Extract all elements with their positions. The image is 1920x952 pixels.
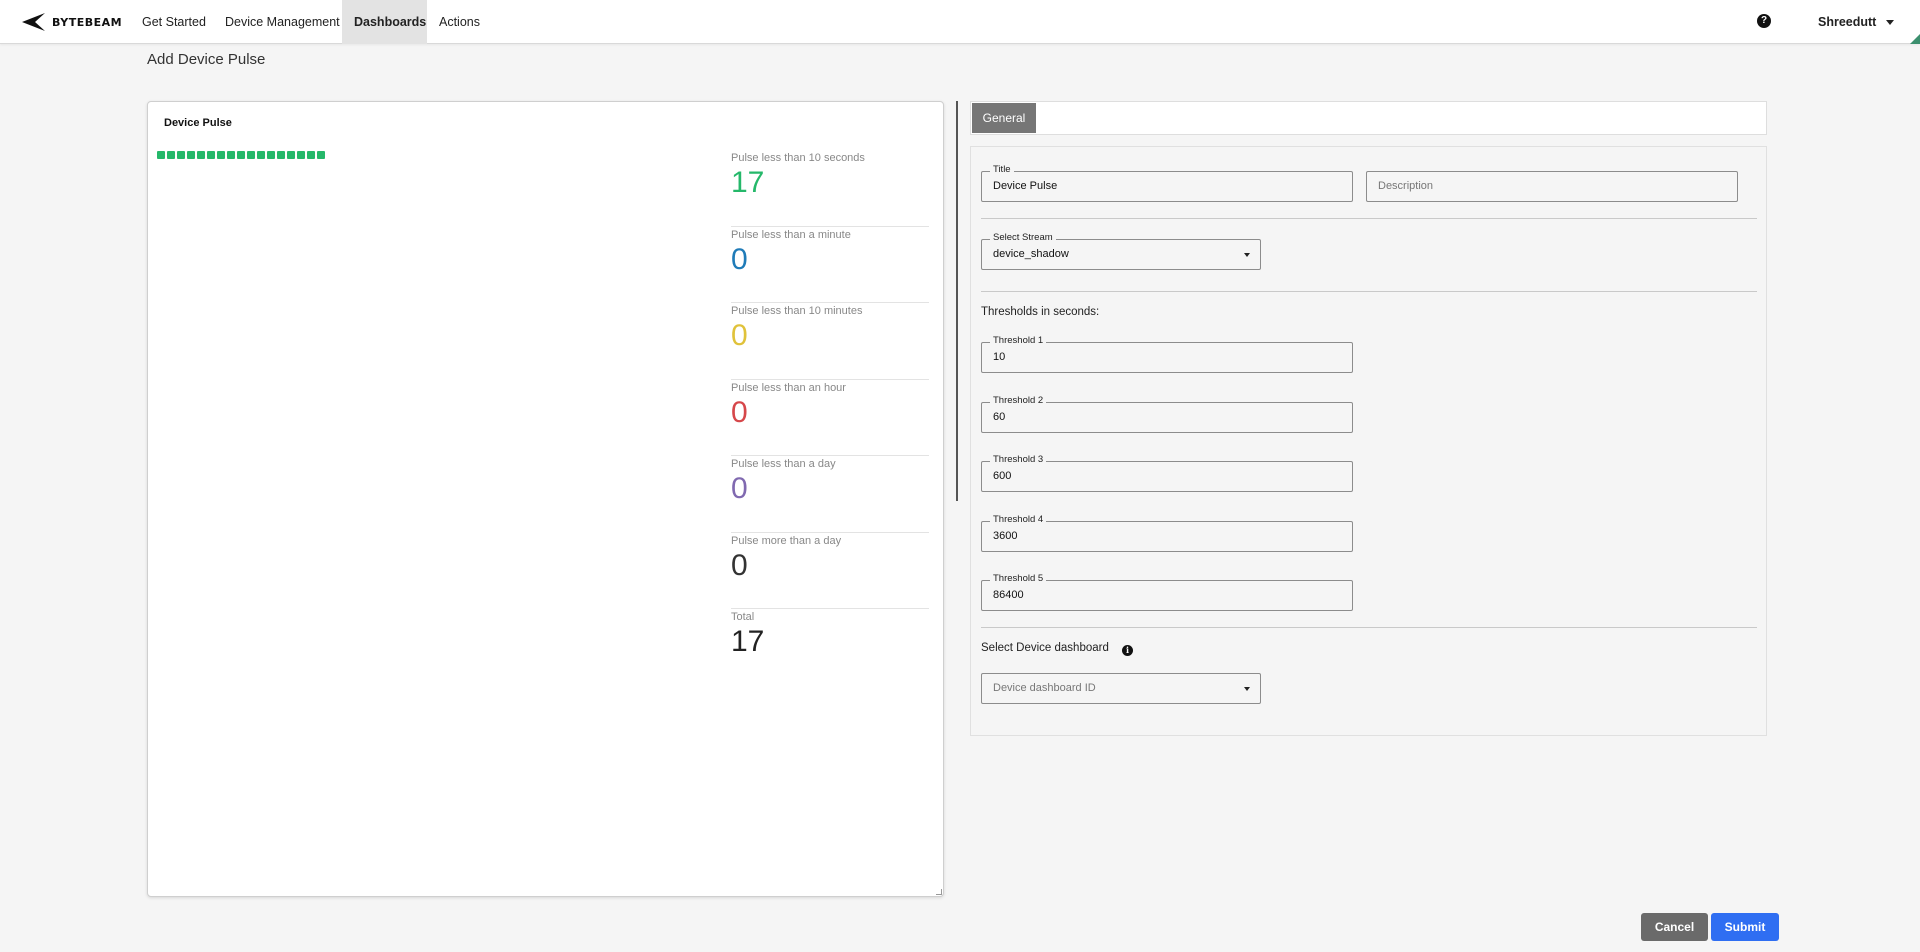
pulse-stat: Total 17 [731,609,929,686]
chevron-down-icon [1244,253,1250,257]
divider [981,291,1757,292]
pulse-stat: Pulse less than an hour 0 [731,380,929,456]
top-navbar: BYTEBEAM Get Started Device Management D… [0,0,1920,44]
threshold-3-value: 600 [993,470,1012,482]
title-field-value: Device Pulse [993,180,1058,192]
user-menu[interactable]: Shreedutt [1818,0,1895,44]
submit-button[interactable]: Submit [1711,913,1779,941]
pulse-square[interactable] [207,151,215,159]
pulse-stat-value: 17 [731,625,765,658]
description-field[interactable]: Description [1366,171,1738,202]
pulse-square[interactable] [287,151,295,159]
pulse-square[interactable] [187,151,195,159]
device-dashboard-placeholder: Device dashboard ID [993,682,1096,694]
threshold-4-value: 3600 [993,530,1018,542]
settings-form: Title Device Pulse Description Select St… [970,146,1767,736]
device-pulse-preview-card: Device Pulse Pulse less than 10 seconds 1… [147,101,944,897]
info-circle-icon[interactable]: i [1122,645,1133,656]
nav-get-started[interactable]: Get Started [130,0,218,44]
pulse-square[interactable] [227,151,235,159]
pulse-square[interactable] [297,151,305,159]
nav-device-management[interactable]: Device Management [213,0,352,44]
pulse-stat-value: 0 [731,242,748,276]
cancel-button[interactable]: Cancel [1641,913,1708,941]
preview-title: Device Pulse [164,117,232,129]
pulse-stat-label: Pulse less than an hour [731,381,846,394]
pulse-stat-value: 17 [731,166,765,199]
divider [981,218,1757,219]
user-name: Shreedutt [1818,15,1877,29]
pulse-stat-label: Pulse less than 10 minutes [731,305,863,317]
threshold-3-field[interactable]: Threshold 3 600 [981,454,1353,492]
pulse-stat-label: Pulse less than a minute [731,228,851,241]
question-circle-icon[interactable]: ? [1757,14,1771,28]
pulse-stat-label: Pulse less than a day [731,458,836,470]
pulse-square[interactable] [167,151,175,159]
pulse-square[interactable] [307,151,315,159]
pulse-stat-value: 0 [731,319,748,352]
pulse-square[interactable] [257,151,265,159]
threshold-5-value: 86400 [993,589,1024,601]
device-dashboard-heading: Select Device dashboard [981,642,1109,654]
corner-indicator [1910,34,1920,44]
pulse-stat: Pulse less than a day 0 [731,456,929,533]
pulse-stat-value: 0 [731,548,748,582]
pulse-square[interactable] [177,151,185,159]
pulse-square[interactable] [217,151,225,159]
tab-general[interactable]: General [972,103,1036,133]
pulse-square[interactable] [237,151,245,159]
description-placeholder: Description [1378,180,1434,192]
select-stream-dropdown[interactable]: Select Stream device_shadow [981,232,1261,270]
tab-bar: General [970,101,1767,135]
pulse-stat-label: Total [731,611,755,623]
pulse-stats: Pulse less than 10 seconds 17 Pulse less t… [731,150,929,686]
pulse-stat-label: Pulse more than a day [731,534,842,547]
resize-handle[interactable] [936,889,942,895]
threshold-2-value: 60 [993,411,1006,423]
pulse-square[interactable] [277,151,285,159]
pulse-stat: Pulse more than a day 0 [731,533,929,609]
thresholds-heading: Thresholds in seconds: [981,306,1100,318]
pulse-square[interactable] [247,151,255,159]
title-field[interactable]: Title Device Pulse [981,164,1353,202]
threshold-2-field[interactable]: Threshold 2 60 [981,395,1353,433]
page-title: Add Device Pulse [147,51,266,68]
threshold-5-field[interactable]: Threshold 5 86400 [981,573,1353,611]
pulse-stat-value: 0 [731,395,748,429]
pulse-square[interactable] [197,151,205,159]
threshold-1-value: 10 [993,351,1006,363]
pulse-square[interactable] [157,151,165,159]
pulse-stat: Pulse less than 10 minutes 0 [731,303,929,380]
logo-text: BYTEBEAM [52,15,123,29]
threshold-4-field[interactable]: Threshold 4 3600 [981,514,1353,552]
caret-down-icon [1886,20,1895,26]
pulse-square[interactable] [267,151,275,159]
pulse-stat: Pulse less than 10 seconds 17 [731,150,929,227]
bytebeam-logo-icon [22,13,45,31]
pulse-squares [157,151,325,159]
pulse-stat-value: 0 [731,472,748,505]
select-stream-value: device_shadow [993,248,1069,260]
pulse-square[interactable] [317,151,325,159]
nav-actions[interactable]: Actions [427,0,492,44]
bytebeam-logo[interactable]: BYTEBEAM [20,10,122,34]
chevron-down-icon [1244,687,1250,691]
nav-dashboards[interactable]: Dashboards [342,0,427,44]
divider [981,627,1757,628]
pulse-stat: Pulse less than a minute 0 [731,227,929,303]
device-dashboard-dropdown[interactable]: Device dashboard ID [981,673,1261,704]
pulse-stat-label: Pulse less than 10 seconds [731,152,865,164]
threshold-1-field[interactable]: Threshold 1 10 [981,335,1353,373]
panel-divider[interactable] [956,101,958,501]
